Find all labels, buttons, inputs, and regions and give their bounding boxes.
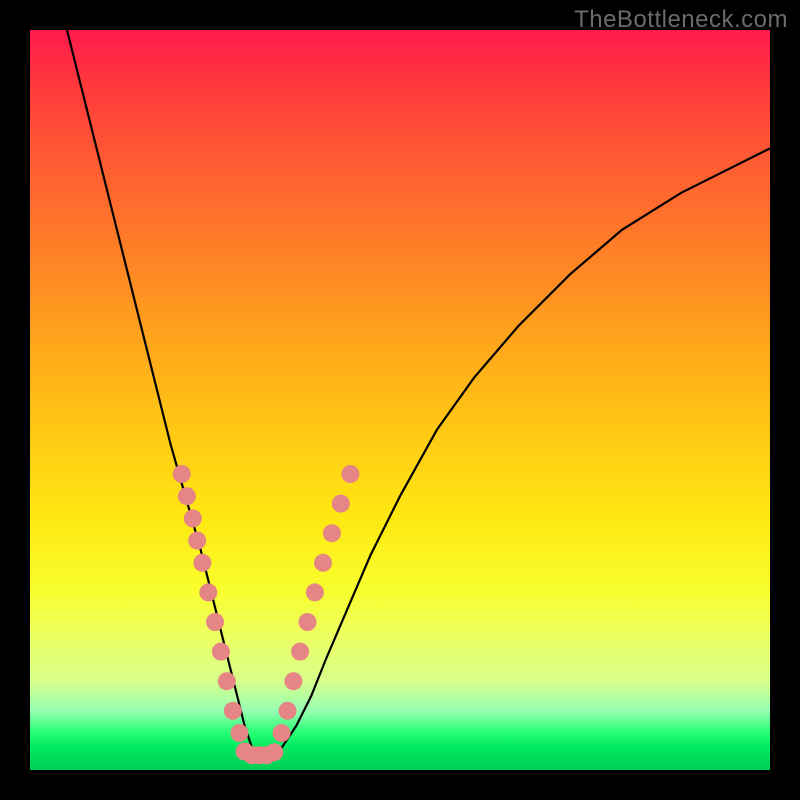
data-point — [193, 554, 211, 572]
data-point — [173, 465, 191, 483]
data-point — [188, 532, 206, 550]
data-point — [206, 613, 224, 631]
curve-overlay — [30, 30, 770, 770]
data-point — [265, 743, 283, 761]
data-point — [341, 465, 359, 483]
data-point — [279, 702, 297, 720]
data-point — [299, 613, 317, 631]
data-point — [291, 643, 309, 661]
data-point — [332, 495, 350, 513]
data-point — [306, 583, 324, 601]
data-point — [323, 524, 341, 542]
data-point — [230, 724, 248, 742]
data-point — [184, 509, 202, 527]
data-point — [224, 702, 242, 720]
data-markers — [173, 465, 360, 764]
bottleneck-curve — [67, 30, 770, 755]
data-point — [273, 724, 291, 742]
data-point — [218, 672, 236, 690]
data-point — [199, 583, 217, 601]
data-point — [314, 554, 332, 572]
data-point — [212, 643, 230, 661]
watermark-text: TheBottleneck.com — [574, 6, 788, 34]
data-point — [178, 487, 196, 505]
data-point — [284, 672, 302, 690]
